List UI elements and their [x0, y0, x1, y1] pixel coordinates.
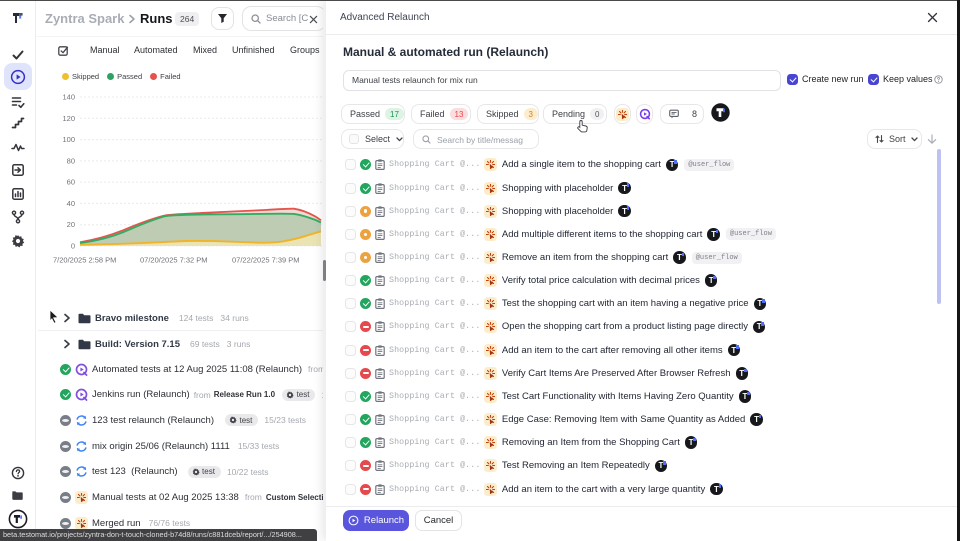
- svg-text:140: 140: [62, 93, 75, 102]
- svg-text:20: 20: [67, 220, 75, 229]
- svg-text:07/22/2025 7:39 PM: 07/22/2025 7:39 PM: [232, 256, 300, 265]
- svg-text:100: 100: [62, 135, 75, 144]
- svg-text:60: 60: [67, 178, 75, 187]
- svg-text:0: 0: [71, 242, 75, 251]
- svg-text:7/20/2025 2:58 PM: 7/20/2025 2:58 PM: [53, 256, 116, 265]
- svg-text:07/20/2025 7:32 PM: 07/20/2025 7:32 PM: [140, 256, 208, 265]
- svg-text:120: 120: [62, 114, 75, 123]
- svg-text:80: 80: [67, 156, 75, 165]
- svg-text:40: 40: [67, 199, 75, 208]
